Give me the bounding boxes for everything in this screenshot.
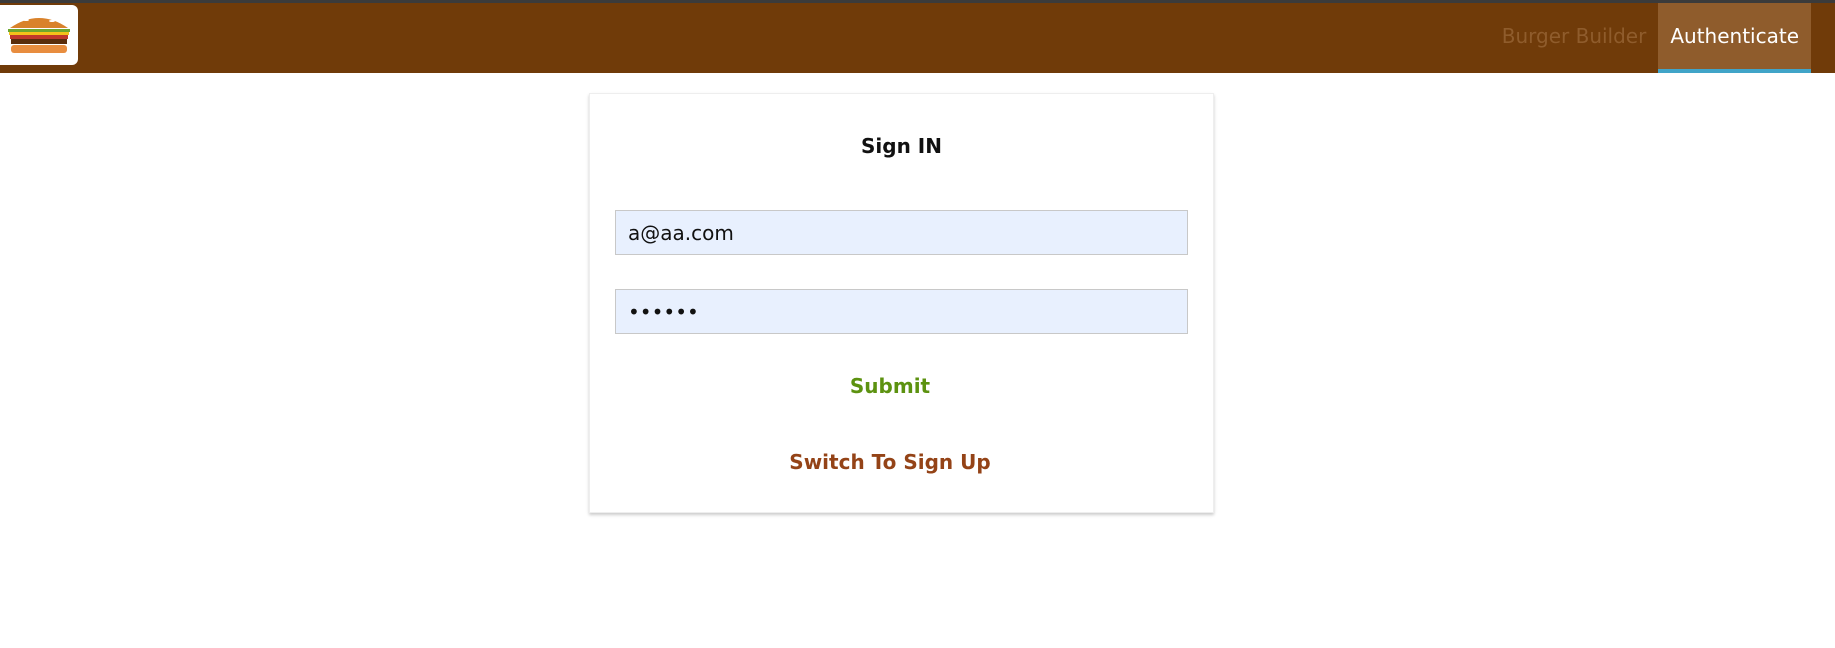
form-title: Sign IN <box>861 134 942 158</box>
switch-to-signup-button[interactable]: Switch To Sign Up <box>590 450 1190 474</box>
nav-item-authenticate[interactable]: Authenticate <box>1658 3 1811 73</box>
logo[interactable] <box>0 5 78 65</box>
toolbar: Burger Builder Authenticate <box>0 3 1835 73</box>
submit-button[interactable]: Submit <box>590 374 1190 398</box>
main-nav: Burger Builder Authenticate <box>1490 3 1811 73</box>
auth-card: Sign IN Submit Switch To Sign Up <box>589 93 1214 513</box>
nav-item-burger-builder[interactable]: Burger Builder <box>1490 3 1659 73</box>
burger-icon <box>6 10 72 60</box>
email-field[interactable] <box>615 210 1188 255</box>
password-field[interactable] <box>615 289 1188 334</box>
